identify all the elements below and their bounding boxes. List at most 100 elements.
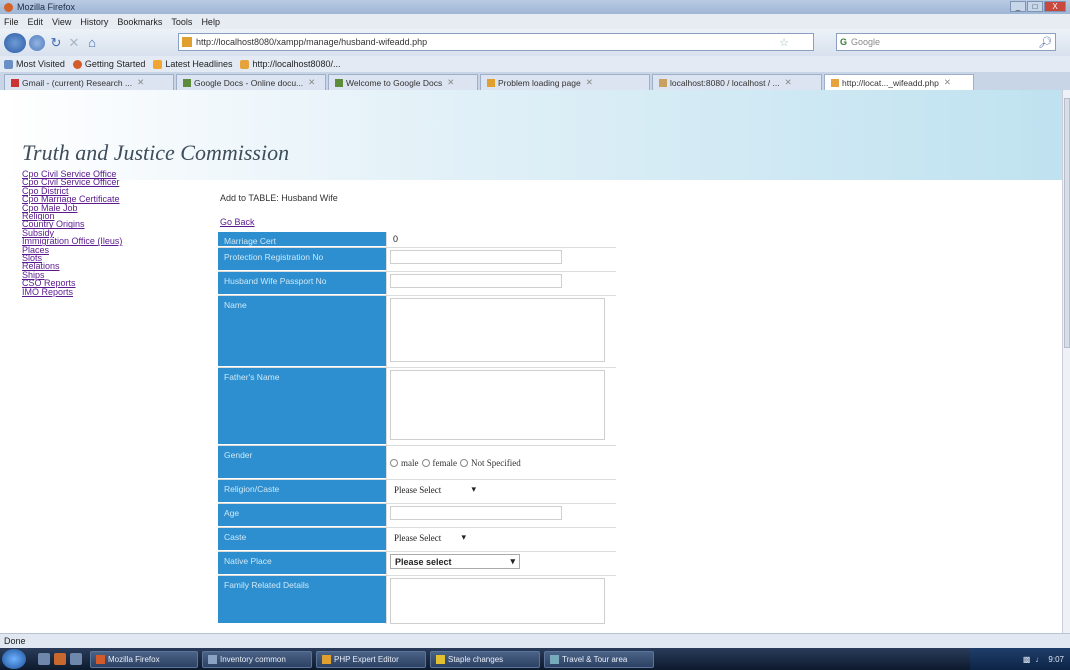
address-text[interactable]: http://localhost8080/xampp/manage/husban…: [196, 37, 427, 47]
menu-history[interactable]: History: [80, 17, 108, 27]
tab-close-icon[interactable]: ✕: [447, 77, 454, 88]
close-button[interactable]: X: [1044, 1, 1066, 12]
system-tray: ▩ ♩ 9:07: [970, 648, 1070, 670]
nav-link[interactable]: Relations: [22, 262, 192, 271]
firefox-icon: [4, 2, 13, 12]
clock[interactable]: 9:07: [1048, 655, 1064, 664]
gender-male-radio[interactable]: [390, 459, 398, 467]
volume-icon[interactable]: ♩: [1035, 655, 1043, 664]
field-cell: [386, 272, 616, 295]
maximize-button[interactable]: □: [1027, 1, 1043, 12]
bookmark-getting-started[interactable]: Getting Started: [72, 59, 145, 70]
quicklaunch-ie-icon[interactable]: [38, 653, 50, 665]
back-button[interactable]: [4, 32, 26, 53]
search-box[interactable]: G Google 🔎︎: [836, 33, 1056, 51]
tab-close-icon[interactable]: ✕: [944, 77, 951, 88]
field-label: Religion/Caste: [218, 480, 386, 503]
status-text: Done: [4, 636, 26, 646]
form-row-passport: Husband Wife Passport No: [218, 272, 616, 296]
search-placeholder[interactable]: Google: [851, 37, 880, 47]
quicklaunch-desktop-icon[interactable]: [70, 653, 82, 665]
tab-google-docs[interactable]: Google Docs - Online docu... ✕: [176, 74, 326, 90]
search-engine-icon[interactable]: G: [840, 37, 847, 47]
firefox-icon: [96, 654, 105, 664]
quicklaunch-firefox-icon[interactable]: [54, 653, 66, 665]
tab-problem-loading[interactable]: Problem loading page ✕: [480, 74, 650, 90]
religion-select[interactable]: Please Select ▾: [390, 482, 480, 497]
taskbar-item-firefox[interactable]: Mozilla Firefox: [90, 650, 198, 668]
select-value: Please Select: [394, 532, 442, 543]
taskbar-item-php-editor[interactable]: PHP Expert Editor: [316, 650, 426, 668]
header-banner: [0, 90, 1062, 180]
chevron-down-icon: ▾: [461, 532, 466, 542]
menu-bar: File Edit View History Bookmarks Tools H…: [0, 14, 1070, 29]
rss-icon: [153, 60, 163, 70]
tab-close-icon[interactable]: ✕: [586, 77, 593, 88]
taskbar-item-staple[interactable]: Staple changes: [430, 650, 540, 668]
stop-icon[interactable]: ✕: [66, 34, 82, 52]
fathers-name-textarea[interactable]: [390, 370, 605, 440]
field-label: Name: [218, 296, 386, 367]
phpmyadmin-icon: [659, 78, 667, 87]
gender-female-radio[interactable]: [421, 459, 430, 467]
field-label: Gender: [218, 446, 386, 479]
nav-link[interactable]: IMO Reports: [22, 287, 192, 296]
nav-link[interactable]: Places: [22, 245, 192, 254]
go-back-link[interactable]: Go Back: [220, 217, 255, 227]
chevron-down-icon: ▾: [471, 484, 476, 494]
marriage-cert-input[interactable]: 0: [390, 234, 613, 248]
menu-edit[interactable]: Edit: [28, 17, 44, 27]
radio-label: female: [432, 458, 457, 468]
tab-close-icon[interactable]: ✕: [308, 77, 315, 88]
scrollbar-thumb[interactable]: [1064, 98, 1070, 348]
tab-close-icon[interactable]: ✕: [137, 77, 144, 88]
tab-husband-wifeadd[interactable]: http://locat..._wifeadd.php ✕: [824, 74, 974, 90]
menu-tools[interactable]: Tools: [171, 17, 192, 27]
vertical-scrollbar[interactable]: [1062, 90, 1070, 633]
taskbar-item-inventory[interactable]: Inventory common: [202, 650, 312, 668]
form-row-age: Age: [218, 504, 616, 528]
tab-localhost[interactable]: localhost:8080 / localhost / ... ✕: [652, 74, 822, 90]
home-icon[interactable]: ⌂: [84, 34, 100, 52]
bookmark-star-icon[interactable]: ☆: [779, 36, 789, 49]
field-cell: [386, 576, 616, 624]
field-cell: [386, 296, 616, 367]
taskbar-item-travel[interactable]: Travel & Tour area: [544, 650, 654, 668]
bookmark-most-visited[interactable]: Most Visited: [4, 59, 65, 70]
search-icon[interactable]: 🔎︎: [1038, 36, 1052, 49]
window-title: Mozilla Firefox: [17, 2, 76, 12]
menu-bookmarks[interactable]: Bookmarks: [117, 17, 162, 27]
radio-label: Not Specified: [470, 458, 521, 468]
navigation-toolbar: ↻ ✕ ⌂ http://localhost8080/xampp/manage/…: [0, 29, 1070, 56]
chevron-down-icon: ▾: [510, 556, 515, 566]
select-value: Please Select: [394, 484, 442, 495]
forward-button[interactable]: [29, 34, 45, 51]
bookmark-folder-icon: [4, 60, 13, 70]
tab-close-icon[interactable]: ✕: [785, 77, 792, 88]
caste-select[interactable]: Please Select ▾: [390, 530, 470, 545]
tab-gmail[interactable]: Gmail - (current) Research ... ✕: [4, 74, 174, 90]
passport-number-input[interactable]: [390, 274, 562, 288]
menu-view[interactable]: View: [52, 17, 71, 27]
window-icon: [208, 654, 217, 664]
age-input[interactable]: [390, 506, 562, 520]
bookmark-localhost[interactable]: http://localhost8080/...: [240, 59, 341, 70]
address-bar[interactable]: http://localhost8080/xampp/manage/husban…: [178, 33, 814, 51]
form-row-family-details: Family Related Details: [218, 576, 616, 624]
side-navigation: Cpo Civil Service Office Cpo Civil Servi…: [22, 169, 192, 296]
gender-not-specified-radio[interactable]: [459, 459, 468, 467]
network-icon[interactable]: ▩: [1023, 655, 1031, 664]
folder-icon: [436, 654, 445, 664]
menu-file[interactable]: File: [4, 17, 19, 27]
start-button[interactable]: [2, 649, 26, 669]
reload-icon[interactable]: ↻: [48, 34, 64, 52]
name-textarea[interactable]: [390, 298, 605, 362]
gmail-icon: [11, 78, 19, 87]
menu-help[interactable]: Help: [201, 17, 220, 27]
native-place-select[interactable]: Please select ▾: [390, 554, 520, 569]
family-details-textarea[interactable]: [390, 578, 605, 624]
tab-welcome-docs[interactable]: Welcome to Google Docs ✕: [328, 74, 478, 90]
bookmark-latest-headlines[interactable]: Latest Headlines: [153, 59, 232, 70]
minimize-button[interactable]: _: [1010, 1, 1026, 12]
protection-registration-input[interactable]: [390, 250, 562, 264]
